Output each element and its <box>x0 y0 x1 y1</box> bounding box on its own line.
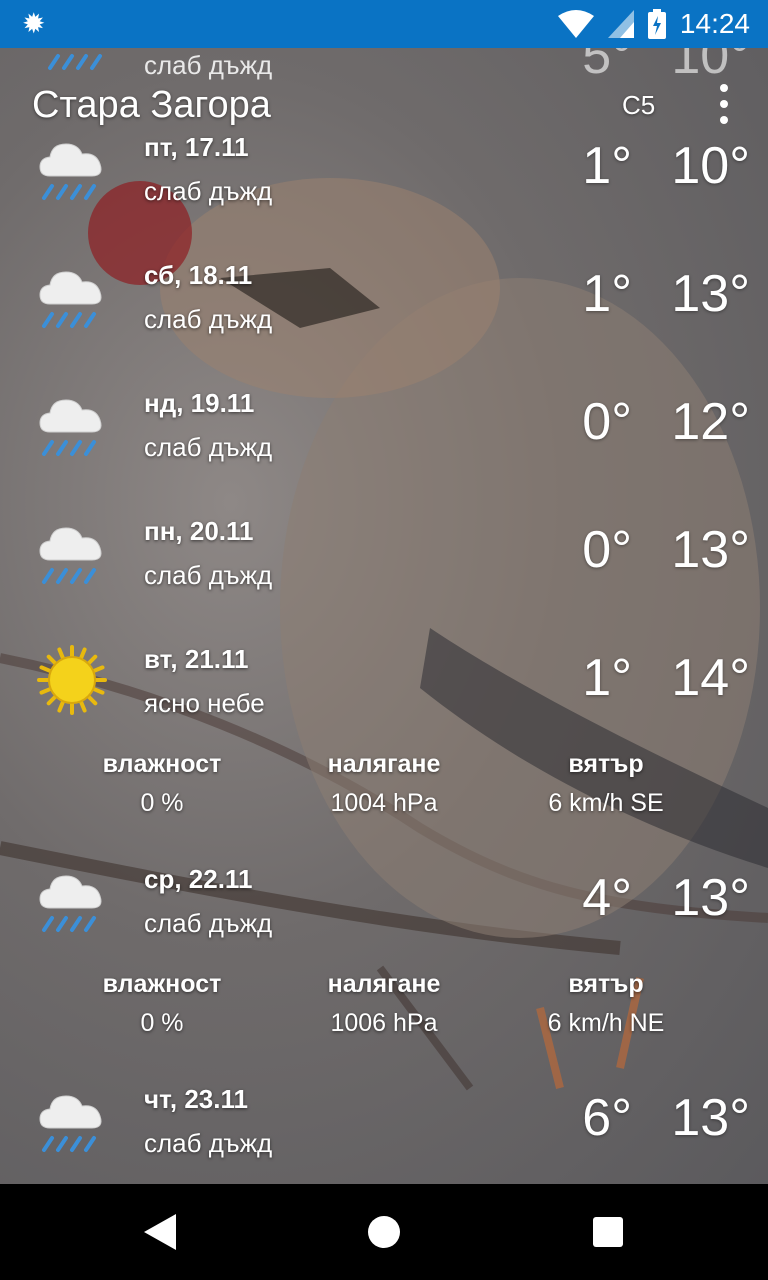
forecast-date: пн, 20.11 <box>144 516 254 546</box>
wind-label: вятър <box>568 970 644 998</box>
wind-value: 6 km/h NE <box>547 1009 665 1037</box>
sun-icon <box>36 644 108 716</box>
forecast-desc: ясно небе <box>144 688 265 718</box>
forecast-tmax: 12° <box>671 393 750 451</box>
forecast-tmax: 10° <box>671 137 750 195</box>
clock: 14:24 <box>679 8 750 39</box>
forecast-tmin: 1° <box>582 265 632 323</box>
forecast-tmin: 0° <box>582 393 632 451</box>
humidity-value: 0 % <box>140 1009 184 1037</box>
battery-charging-icon <box>647 9 666 39</box>
back-icon[interactable] <box>142 1212 178 1252</box>
forecast-row[interactable]: сб, 18.11 слаб дъжд 1° 13° <box>0 260 768 380</box>
forecast-row[interactable]: нд, 19.11 слаб дъжд 0° 12° <box>0 388 768 508</box>
forecast-desc: слаб дъжд <box>144 176 273 206</box>
forecast-tmax: 14° <box>671 649 750 707</box>
wifi-icon <box>557 10 594 38</box>
rain-cloud-icon <box>36 516 108 588</box>
forecast-tmax: 13° <box>671 1089 750 1147</box>
forecast-row[interactable]: пн, 20.11 слаб дъжд 0° 13° <box>0 516 768 636</box>
forecast-tmax: 13° <box>671 265 750 323</box>
cellular-signal-icon <box>607 10 634 38</box>
forecast-date: пт, 17.11 <box>144 132 249 162</box>
forecast-date: вт, 21.11 <box>144 644 249 674</box>
wind-label: вятър <box>568 750 644 778</box>
rain-cloud-icon <box>36 1084 108 1156</box>
forecast-row[interactable]: вт, 21.11 ясно небе 1° 14° <box>0 644 768 764</box>
forecast-date: ср, 22.11 <box>144 864 253 894</box>
forecast-tmin: 0° <box>582 521 632 579</box>
rain-cloud-icon <box>36 260 108 332</box>
status-bar: ✹ 14:24 <box>0 0 768 48</box>
forecast-desc: слаб дъжд <box>144 560 273 590</box>
pressure-label: налягане <box>327 970 441 998</box>
wind-value: 6 km/h SE <box>548 789 664 817</box>
forecast-date: сб, 18.11 <box>144 260 253 290</box>
humidity-value: 0 % <box>140 789 184 817</box>
humidity-label: влажност <box>102 750 222 778</box>
forecast-tmin: 1° <box>582 137 632 195</box>
forecast-tmin: 6° <box>582 1089 632 1147</box>
forecast-desc: слаб дъжд <box>144 304 273 334</box>
pressure-value: 1004 hPa <box>330 789 438 817</box>
rain-cloud-icon <box>36 388 108 460</box>
details-block: влажност 0 % налягане 1004 hPa вятър 6 km/h… <box>0 750 768 820</box>
forecast-desc: слаб дъжд <box>144 908 273 938</box>
forecast-date: нд, 19.11 <box>144 388 255 418</box>
rain-icon <box>48 54 102 70</box>
pressure-label: налягане <box>327 750 441 778</box>
forecast-desc: слаб дъжд <box>144 50 273 80</box>
forecast-tmax: 13° <box>671 869 750 927</box>
home-icon[interactable] <box>366 1212 402 1252</box>
navigation-bar <box>0 1184 768 1280</box>
forecast-tmax: 13° <box>671 521 750 579</box>
forecast-tmin: 5° <box>582 48 632 84</box>
humidity-label: влажност <box>102 970 222 998</box>
forecast-tmin: 1° <box>582 649 632 707</box>
forecast-desc: слаб дъжд <box>144 432 273 462</box>
forecast-date: чт, 23.11 <box>144 1084 248 1114</box>
details-block: влажност 0 % налягане 1006 hPa вятър 6 km/h… <box>0 970 768 1040</box>
recents-icon[interactable] <box>590 1212 626 1252</box>
rain-cloud-icon <box>36 864 108 936</box>
forecast-row[interactable]: ср, 22.11 слаб дъжд 4° 13° <box>0 864 768 984</box>
current-temp: C5 <box>622 90 656 120</box>
forecast-tmin: 4° <box>582 869 632 927</box>
forecast-desc: слаб дъжд <box>144 1128 273 1158</box>
weather-notification-icon: ✹ <box>22 8 46 39</box>
forecast-row[interactable]: пт, 17.11 слаб дъжд 1° 10° <box>0 132 768 252</box>
pressure-value: 1006 hPa <box>330 1009 438 1037</box>
overflow-menu-icon[interactable] <box>712 84 736 124</box>
forecast-tmax: 10° <box>671 48 750 84</box>
city-title[interactable]: Стара Загора <box>32 84 271 127</box>
forecast-row-partial[interactable]: слаб дъжд 5° 10° <box>0 48 768 84</box>
rain-cloud-icon <box>36 132 108 204</box>
